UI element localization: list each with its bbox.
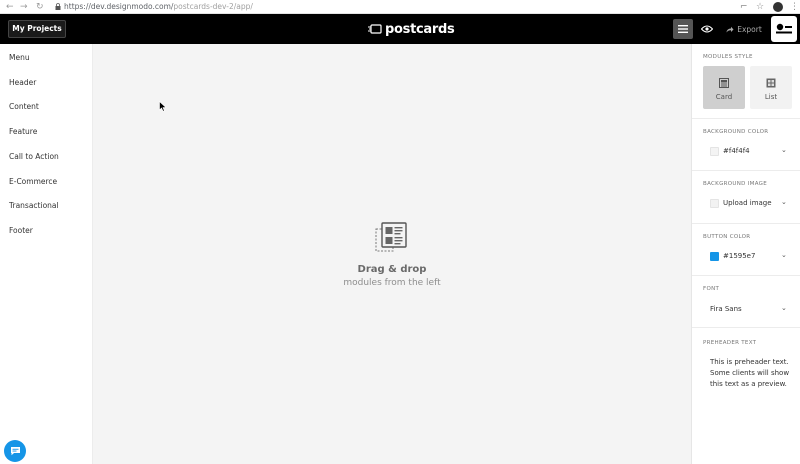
sidebar-item-call-to-action[interactable]: Call to Action: [9, 152, 59, 161]
share-icon: [726, 26, 734, 32]
font-section: FONT Fira Sans ⌄: [692, 276, 800, 328]
chevron-down-icon[interactable]: ⌄: [781, 146, 787, 154]
forward-icon[interactable]: →: [20, 1, 28, 13]
preview-button[interactable]: [698, 19, 716, 39]
url-host: https://dev.designmodo.com/: [64, 2, 174, 11]
sidebar-item-footer[interactable]: Footer: [9, 226, 33, 235]
chat-button[interactable]: [4, 440, 26, 462]
back-icon[interactable]: ←: [6, 1, 14, 13]
app-header: My Projects postcards Export: [0, 14, 800, 44]
sidebar-item-e-commerce[interactable]: E-Commerce: [9, 177, 57, 186]
email-canvas[interactable]: Drag & drop modules from the left: [93, 44, 691, 464]
list-icon: [766, 78, 776, 88]
background-color-label: BACKGROUND COLOR: [703, 129, 769, 135]
upload-image-button[interactable]: Upload image: [723, 199, 772, 207]
modules-style-section: MODULES STYLE Card List: [692, 44, 800, 119]
module-sidebar: Menu Header Content Feature Call to Acti…: [0, 44, 93, 464]
preheader-textarea[interactable]: This is preheader text. Some clients wil…: [710, 357, 794, 390]
reload-icon[interactable]: ↻: [36, 1, 44, 13]
browser-menu-icon[interactable]: ⋮: [790, 1, 799, 13]
background-image-label: BACKGROUND IMAGE: [703, 181, 767, 187]
background-color-section: BACKGROUND COLOR #f4f4f4 ⌄: [692, 119, 800, 171]
menu-button[interactable]: [673, 19, 693, 39]
postcards-logo-icon: [368, 23, 382, 34]
sidebar-item-header[interactable]: Header: [9, 78, 36, 87]
background-color-swatch[interactable]: [710, 147, 719, 156]
sidebar-item-menu[interactable]: Menu: [9, 53, 30, 62]
browser-bar: ← → ↻ https://dev.designmodo.com/postcar…: [0, 0, 800, 14]
style-option-card-label: Card: [715, 93, 733, 101]
star-icon[interactable]: ☆: [756, 1, 764, 13]
button-color-value[interactable]: #1595e7: [723, 252, 755, 260]
browser-profile-avatar[interactable]: [773, 2, 783, 12]
drag-drop-icon: [375, 222, 407, 252]
style-option-list-label: List: [764, 93, 778, 101]
preheader-text-label: PREHEADER TEXT: [703, 340, 757, 346]
eye-icon: [701, 25, 713, 33]
chevron-down-icon[interactable]: ⌄: [781, 304, 787, 312]
drag-drop-title: Drag & drop: [357, 264, 427, 275]
modules-style-label: MODULES STYLE: [703, 54, 753, 60]
postcards-logo: postcards: [368, 19, 455, 39]
my-projects-button[interactable]: My Projects: [8, 20, 66, 38]
url-path: postcards-dev-2/app/: [173, 2, 253, 11]
address-bar[interactable]: https://dev.designmodo.com/postcards-dev…: [64, 1, 253, 13]
sidebar-item-feature[interactable]: Feature: [9, 127, 37, 136]
button-color-label: BUTTON COLOR: [703, 234, 751, 240]
button-color-section: BUTTON COLOR #1595e7 ⌄: [692, 224, 800, 276]
chevron-down-icon[interactable]: ⌄: [781, 198, 787, 206]
export-button[interactable]: Export: [722, 19, 766, 39]
settings-panel: MODULES STYLE Card List BACKGROUND COLOR: [691, 44, 800, 464]
lock-icon: [55, 3, 61, 10]
mouse-cursor-icon: [159, 101, 167, 112]
sidebar-item-content[interactable]: Content: [9, 102, 39, 111]
button-color-swatch[interactable]: [710, 252, 719, 261]
style-option-list[interactable]: List: [750, 66, 792, 109]
key-icon[interactable]: ⌐: [740, 1, 748, 13]
drag-drop-subtitle: modules from the left: [343, 278, 441, 288]
chevron-down-icon[interactable]: ⌄: [781, 251, 787, 259]
menu-icon: [678, 25, 688, 33]
user-icon: [776, 23, 792, 34]
background-image-placeholder: [710, 199, 719, 208]
style-option-card[interactable]: Card: [703, 66, 745, 109]
background-image-section: BACKGROUND IMAGE Upload image ⌄: [692, 171, 800, 224]
logo-text: postcards: [385, 21, 455, 37]
sidebar-item-transactional[interactable]: Transactional: [9, 201, 59, 210]
chat-icon: [10, 447, 20, 456]
background-color-value[interactable]: #f4f4f4: [723, 147, 750, 155]
export-label: Export: [737, 24, 762, 34]
font-label: FONT: [703, 286, 720, 292]
font-select[interactable]: Fira Sans: [710, 305, 742, 313]
card-icon: [719, 78, 729, 88]
account-button[interactable]: [771, 16, 797, 42]
